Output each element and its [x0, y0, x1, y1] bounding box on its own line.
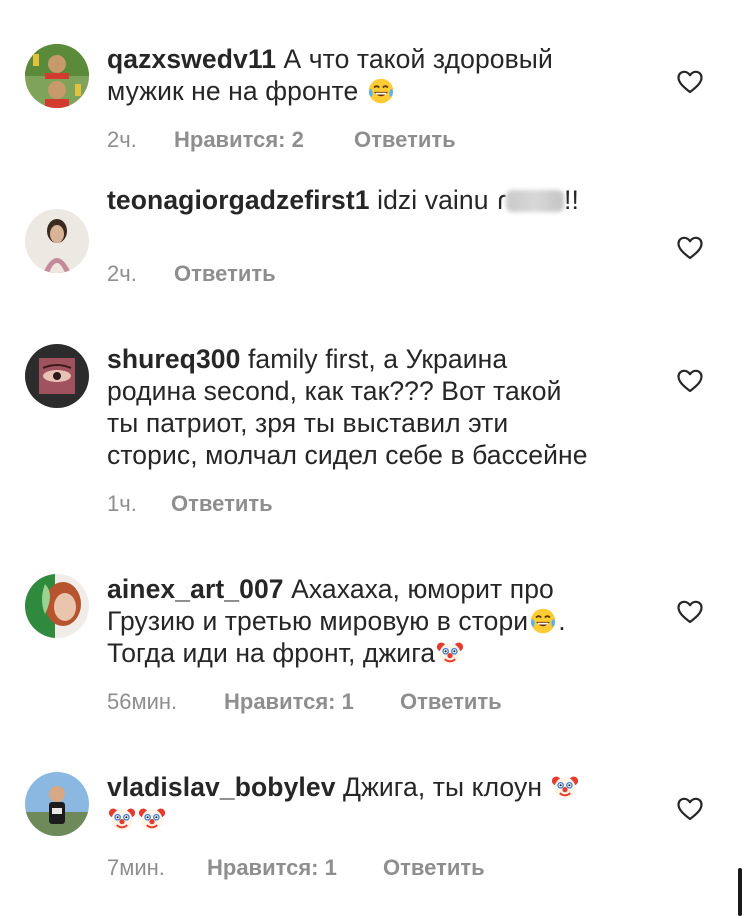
blurred-word — [506, 190, 564, 212]
comment-body: !! — [564, 185, 579, 215]
laughing-tears-emoji — [367, 77, 395, 105]
comment-username[interactable]: shureq300 — [107, 344, 240, 374]
reply-button[interactable]: Ответить — [174, 261, 276, 287]
comment-body: family first, а Украина — [247, 344, 508, 374]
clown-face-emoji — [436, 639, 464, 667]
avatar[interactable] — [25, 772, 89, 836]
likes-count-link[interactable]: Нравится: 2 — [174, 127, 354, 153]
avatar[interactable] — [25, 209, 89, 273]
reply-button[interactable]: Ответить — [354, 127, 456, 153]
comment-text: shureq300 family first, а Украина родина… — [107, 343, 647, 471]
comment-body: ты патриот, зря ты выставил эти — [107, 408, 509, 438]
likes-count-link[interactable]: Нравится: 1 — [224, 689, 400, 715]
comment-meta: 2ч. Нравится: 2 Ответить — [107, 127, 456, 153]
comment-time: 2ч. — [107, 127, 137, 152]
comment-body: . — [558, 606, 566, 636]
like-heart-icon[interactable] — [677, 797, 703, 821]
redacted-text: ɾ — [497, 185, 506, 215]
clown-face-emoji — [108, 805, 136, 833]
reply-button[interactable]: Ответить — [383, 855, 485, 881]
comment-time: 56мин. — [107, 689, 178, 714]
scrollbar[interactable] — [738, 868, 742, 916]
comment-time: 7мин. — [107, 855, 165, 880]
avatar[interactable] — [25, 574, 89, 638]
avatar[interactable] — [25, 344, 89, 408]
like-heart-icon[interactable] — [677, 369, 703, 393]
comment-body: родина second, как так??? Вот такой — [107, 376, 562, 406]
comment-text: ainex_art_007 Ахахаха, юморит про Грузию… — [107, 573, 647, 669]
clown-face-emoji — [138, 805, 166, 833]
comment-body: Тогда иди на фронт, джига — [107, 638, 436, 668]
like-heart-icon[interactable] — [677, 70, 703, 94]
comment-body: Грузию и третью мировую в стори — [107, 606, 529, 636]
comment-meta: 7мин. Нравится: 1 Ответить — [107, 855, 485, 881]
comment-meta: 1ч. Ответить — [107, 491, 273, 517]
comment-body: Ахахаха, юморит про — [291, 574, 554, 604]
reply-button[interactable]: Ответить — [171, 491, 273, 517]
comment-username[interactable]: vladislav_bobylev — [107, 772, 336, 802]
likes-count-link[interactable]: Нравится: 1 — [207, 855, 383, 881]
comment-text: teonagiorgadzefirst1 idzi vainu ɾ!! — [107, 184, 647, 216]
clown-face-emoji — [551, 773, 579, 801]
comment-text: qazxswedv11 А что такой здоровый мужик н… — [107, 43, 647, 107]
laughing-tears-emoji — [529, 607, 557, 635]
comment-body: мужик не на фронте — [107, 76, 359, 106]
comment-body: idzi vainu — [377, 185, 497, 215]
comment-time: 2ч. — [107, 261, 137, 286]
comment-body: Джига, ты клоун — [343, 772, 543, 802]
comment-text: vladislav_bobylev Джига, ты клоун — [107, 771, 647, 835]
reply-button[interactable]: Ответить — [400, 689, 502, 715]
comment-time: 1ч. — [107, 491, 137, 516]
comment-meta: 56мин. Нравится: 1 Ответить — [107, 689, 502, 715]
comment-body: А что такой здоровый — [283, 44, 553, 74]
comment-username[interactable]: teonagiorgadzefirst1 — [107, 185, 370, 215]
like-heart-icon[interactable] — [677, 600, 703, 624]
comment-meta: 2ч. Ответить — [107, 261, 276, 287]
avatar[interactable] — [25, 44, 89, 108]
like-heart-icon[interactable] — [677, 236, 703, 260]
comment-username[interactable]: qazxswedv11 — [107, 44, 276, 74]
comment-username[interactable]: ainex_art_007 — [107, 574, 284, 604]
comment-body: сторис, молчал сидел себе в бассейне — [107, 440, 588, 470]
